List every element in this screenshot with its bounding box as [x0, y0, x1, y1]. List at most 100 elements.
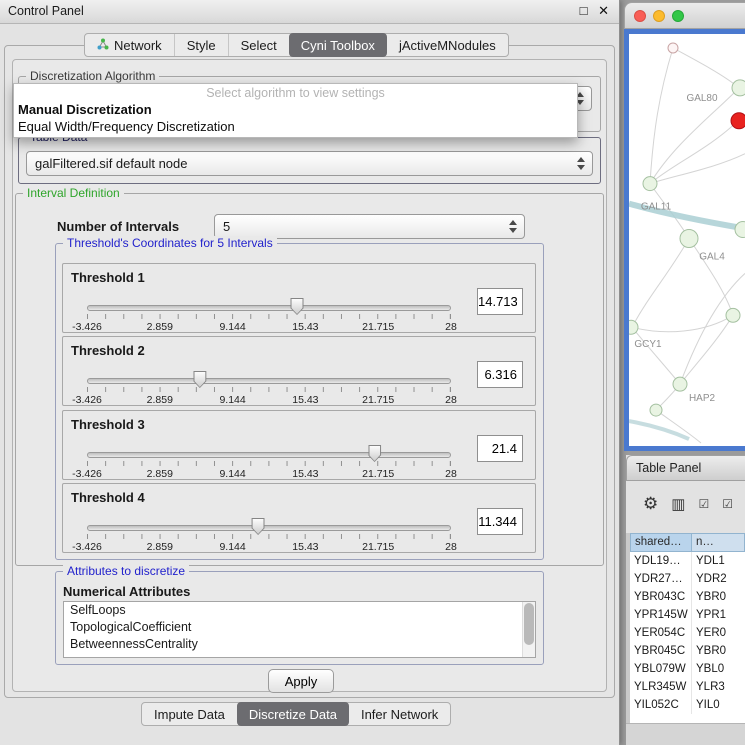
network-node[interactable]	[643, 177, 657, 191]
threshold-value-field[interactable]	[477, 288, 523, 315]
table-cell[interactable]: YIL0	[692, 696, 745, 714]
scale-tick-label: 15.43	[292, 541, 318, 553]
horizontal-scrollbar[interactable]	[626, 723, 745, 745]
node-table: shared… n… YDL19… YDL1 YDR27… YDR2 YBR04…	[630, 533, 745, 723]
scale-tick-label: 21.715	[362, 321, 394, 333]
column-header-name[interactable]: n…	[692, 533, 745, 552]
threshold-slider[interactable]: -3.426 2.859 9.144 15.43 21.715 28	[87, 520, 451, 552]
select-columns-checkbox-icon[interactable]: ☑	[722, 497, 733, 511]
gear-icon[interactable]: ⚙	[643, 494, 658, 514]
list-item[interactable]: BetweennessCentrality	[64, 636, 535, 653]
threshold-value-field[interactable]	[477, 435, 523, 462]
network-node[interactable]	[732, 80, 745, 96]
table-cell[interactable]: YLR345W	[630, 678, 692, 696]
slider-track[interactable]	[87, 525, 451, 531]
threshold-slider[interactable]: -3.426 2.859 9.144 15.43 21.715 28	[87, 447, 451, 479]
table-cell[interactable]: YDL19…	[630, 552, 692, 570]
list-item[interactable]: TopologicalCoefficient	[64, 619, 535, 636]
tab-infer-network[interactable]: Infer Network	[349, 703, 450, 725]
table-row[interactable]: YBR043C YBR0	[630, 588, 745, 606]
table-cell[interactable]: YDR27…	[630, 570, 692, 588]
slider-track[interactable]	[87, 305, 451, 311]
table-data-combobox[interactable]: galFiltered.sif default node	[26, 151, 593, 176]
scale-tick-label: 9.144	[219, 394, 245, 406]
tab-discretize-data[interactable]: Discretize Data	[237, 702, 349, 726]
table-cell[interactable]: YPR1	[692, 606, 745, 624]
tab-style[interactable]: Style	[174, 34, 228, 56]
network-node[interactable]	[726, 308, 740, 322]
network-node[interactable]	[629, 320, 638, 334]
table-cell[interactable]: YBL079W	[630, 660, 692, 678]
slider-track[interactable]	[87, 452, 451, 458]
tab-cyni-toolbox[interactable]: Cyni Toolbox	[289, 33, 387, 57]
threshold-value-field[interactable]	[477, 361, 523, 388]
tab-network[interactable]: Network	[85, 34, 174, 56]
top-tab-bar: Network Style Select Cyni Toolbox jActiv…	[84, 33, 509, 57]
network-node-selected[interactable]	[731, 113, 745, 129]
slider-thumb[interactable]	[193, 371, 206, 388]
network-node[interactable]	[673, 377, 687, 391]
table-cell[interactable]: YBR0	[692, 642, 745, 660]
table-row[interactable]: YBR045C YBR0	[630, 642, 745, 660]
scale-tick-label: 2.859	[147, 321, 173, 333]
table-row[interactable]: YIL052C YIL0	[630, 696, 745, 714]
table-cell[interactable]: YBL0	[692, 660, 745, 678]
threshold-slider[interactable]: -3.426 2.859 9.144 15.43 21.715 28	[87, 300, 451, 332]
threshold-panel: Threshold 3 -3.426 2.859 9.144 15.43 21.…	[62, 410, 536, 480]
table-cell[interactable]: YPR145W	[630, 606, 692, 624]
tab-jactivemnodules[interactable]: jActiveMNodules	[387, 34, 508, 56]
node-label: GAL11	[641, 202, 672, 213]
columns-icon[interactable]: ▥	[671, 495, 685, 513]
threshold-panel: Threshold 4 -3.426 2.859 9.144 15.43 21.…	[62, 483, 536, 553]
network-view[interactable]: GAL80 GAL11 GAL4 GCY1 HAP2	[629, 34, 745, 446]
table-cell[interactable]: YDR2	[692, 570, 745, 588]
table-cell[interactable]: YBR043C	[630, 588, 692, 606]
list-item[interactable]: SelfLoops	[64, 602, 535, 619]
slider-thumb[interactable]	[368, 445, 381, 462]
table-row[interactable]: YPR145W YPR1	[630, 606, 745, 624]
tab-impute-data[interactable]: Impute Data	[142, 703, 237, 725]
threshold-value-field[interactable]	[477, 508, 523, 535]
close-traffic-button[interactable]	[634, 10, 646, 22]
attributes-list[interactable]: SelfLoops TopologicalCoefficient Between…	[63, 601, 536, 658]
table-cell[interactable]: YER054C	[630, 624, 692, 642]
zoom-traffic-button[interactable]	[672, 10, 684, 22]
table-cell[interactable]: YER0	[692, 624, 745, 642]
table-cell[interactable]: YDL1	[692, 552, 745, 570]
table-row[interactable]: YBL079W YBL0	[630, 660, 745, 678]
network-node[interactable]	[680, 230, 698, 248]
scale-tick-label: 2.859	[147, 394, 173, 406]
apply-button[interactable]: Apply	[268, 669, 334, 693]
dropdown-option-manual[interactable]: Manual Discretization	[14, 101, 577, 118]
list-scrollbar[interactable]	[522, 602, 535, 657]
restore-button[interactable]: □	[580, 3, 588, 18]
slider-ticks	[87, 534, 451, 539]
table-row[interactable]: YER054C YER0	[630, 624, 745, 642]
slider-thumb[interactable]	[291, 298, 304, 315]
network-node[interactable]	[735, 222, 745, 238]
slider-track[interactable]	[87, 378, 451, 384]
scrollbar-thumb[interactable]	[524, 603, 534, 645]
slider-scale: -3.426 2.859 9.144 15.43 21.715 28	[87, 394, 451, 407]
threshold-slider[interactable]: -3.426 2.859 9.144 15.43 21.715 28	[87, 373, 451, 405]
slider-thumb[interactable]	[252, 518, 265, 535]
network-view-frame: GAL80 GAL11 GAL4 GCY1 HAP2	[624, 29, 745, 451]
table-row[interactable]: YDL19… YDL1	[630, 552, 745, 570]
network-node[interactable]	[650, 404, 662, 416]
table-cell[interactable]: YBR0	[692, 588, 745, 606]
network-graph[interactable]: GAL80 GAL11 GAL4 GCY1 HAP2	[629, 34, 745, 446]
close-button[interactable]: ✕	[598, 3, 609, 18]
network-node[interactable]	[668, 43, 678, 53]
dropdown-option-equal-width[interactable]: Equal Width/Frequency Discretization	[14, 118, 577, 135]
minimize-traffic-button[interactable]	[653, 10, 665, 22]
column-header-shared-name[interactable]: shared…	[630, 533, 692, 552]
table-row[interactable]: YLR345W YLR3	[630, 678, 745, 696]
table-cell[interactable]: YIL052C	[630, 696, 692, 714]
select-all-checkbox-icon[interactable]: ☑	[698, 497, 709, 511]
slider-scale: -3.426 2.859 9.144 15.43 21.715 28	[87, 321, 451, 334]
table-cell[interactable]: YBR045C	[630, 642, 692, 660]
scale-tick-label: 21.715	[362, 394, 394, 406]
table-cell[interactable]: YLR3	[692, 678, 745, 696]
tab-select[interactable]: Select	[228, 34, 289, 56]
table-row[interactable]: YDR27… YDR2	[630, 570, 745, 588]
